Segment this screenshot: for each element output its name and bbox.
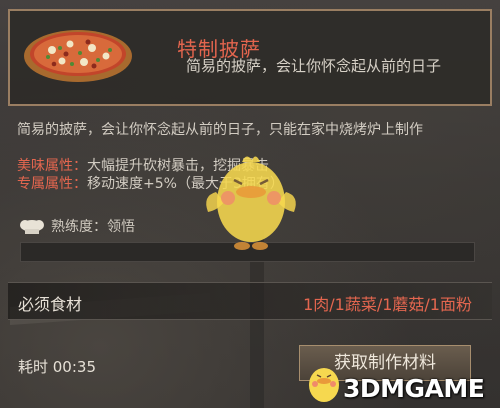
chef-hat-icon (20, 220, 44, 234)
watermark-text: 3DMGAME (343, 374, 485, 403)
ingredients-value: 1肉/1蔬菜/1蘑菇/1面粉 (303, 295, 472, 314)
proficiency-row: 熟练度：领悟 (17, 216, 135, 236)
flavor-attribute-label: 美味属性： (17, 158, 87, 174)
watermark-mascot-icon (309, 368, 339, 402)
recipe-panel: 特制披萨 简易的披萨，会让你怀念起从前的日子 简易的披萨，会让你怀念起从前的日子… (0, 0, 500, 408)
item-subtitle: 简易的披萨，会让你怀念起从前的日子 (186, 57, 442, 75)
pizza-icon (24, 30, 132, 82)
ingredients-label: 必须食材 (18, 295, 83, 314)
ingredients-row: 必须食材 1肉/1蔬菜/1蘑菇/1面粉 (8, 282, 492, 320)
proficiency-text: 熟练度：领悟 (51, 219, 135, 235)
exclusive-attribute-label: 专属属性： (17, 176, 87, 192)
item-description: 简易的披萨，会让你怀念起从前的日子，只能在家中烧烤炉上制作 (17, 122, 423, 138)
chick-mascot-icon (206, 156, 296, 250)
craft-time: 耗时 00:35 (18, 358, 96, 376)
